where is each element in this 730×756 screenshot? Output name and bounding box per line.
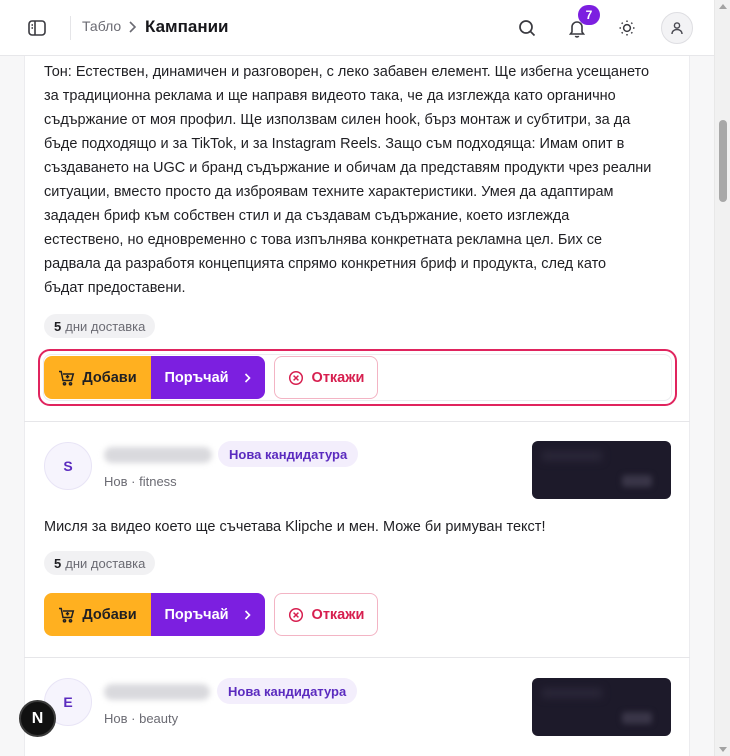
description-line: зададен бриф към собствен стил и да създ… <box>44 208 570 224</box>
candidate-status: Нов <box>104 711 128 726</box>
candidate-category: · beauty <box>131 711 179 726</box>
delivery-days: 5 <box>54 318 62 334</box>
description-line: за традиционна реклама и ще направя виде… <box>44 88 616 104</box>
theme-toggle-button[interactable] <box>611 12 643 44</box>
breadcrumb-parent[interactable]: Табло <box>82 18 121 34</box>
add-button-label: Добави <box>82 369 137 386</box>
candidate-name-blurred <box>104 447 212 463</box>
chevron-right-icon <box>244 372 251 383</box>
sun-icon <box>619 20 635 36</box>
search-button[interactable] <box>511 12 543 44</box>
avatar[interactable]: S <box>44 442 92 490</box>
candidate-name-blurred <box>104 684 210 700</box>
campaign-list: Тон: Естествен, динамичен и разговорен, … <box>0 56 714 756</box>
description-line: ситуации, вместо просто да изброявам тех… <box>44 184 614 200</box>
delivery-label: дни доставка <box>65 318 146 334</box>
add-to-cart-button[interactable]: Добави <box>44 593 151 636</box>
delivery-label: дни доставка <box>65 555 146 571</box>
description-line: радвала да разработя концепцията спрямо … <box>44 256 607 272</box>
description-line: бъдат предоставени. <box>44 280 186 296</box>
description-line: създаването на UGC и бранд съдържание и … <box>44 160 652 176</box>
user-icon <box>671 22 683 35</box>
app-window: Табло Кампании 7 Тон: Естествен, динамич… <box>0 0 730 756</box>
delivery-days: 5 <box>54 555 62 571</box>
status-badge: Нова кандидатура <box>218 441 359 467</box>
description-line: бъде подходящо и за TikTok, и за Instagr… <box>44 136 625 152</box>
add-to-cart-button[interactable]: Добави <box>44 356 151 399</box>
application-description: Тон: Естествен, динамичен и разговорен, … <box>44 60 674 300</box>
vertical-scrollbar[interactable] <box>714 0 730 756</box>
order-button-label: Поръчай <box>164 369 229 386</box>
top-header: Табло Кампании 7 <box>0 0 714 56</box>
x-circle-icon <box>288 370 303 385</box>
video-thumbnail[interactable] <box>532 678 671 736</box>
header-divider <box>70 16 71 40</box>
reject-button[interactable]: Откажи <box>274 593 378 636</box>
x-circle-icon <box>288 607 303 622</box>
status-badge: Нова кандидатура <box>217 678 358 704</box>
reject-button[interactable]: Откажи <box>274 356 378 399</box>
description-line: съдържание от моя профил. Ще използвам с… <box>44 112 631 128</box>
dev-tools-badge[interactable]: N <box>19 700 56 737</box>
delivery-badge: 5 дни доставка <box>44 314 156 338</box>
description-line: Тон: Естествен, динамичен и разговорен, … <box>44 64 650 80</box>
candidate-category: · fitness <box>131 474 177 489</box>
cart-plus-icon <box>59 607 75 623</box>
page-title: Кампании <box>145 17 229 36</box>
user-menu-button[interactable] <box>661 12 693 44</box>
search-icon <box>519 20 536 37</box>
reject-button-label: Откажи <box>311 606 365 623</box>
chevron-right-icon <box>244 609 251 620</box>
order-button[interactable]: Поръчай <box>151 356 265 399</box>
chevron-right-icon <box>126 19 138 35</box>
description-line: естествено, но едновременно с това изпъл… <box>44 232 603 248</box>
candidate-meta: Нов · beauty <box>104 711 178 726</box>
reject-button-label: Откажи <box>311 369 365 386</box>
order-button[interactable]: Поръчай <box>151 593 265 636</box>
video-thumbnail[interactable] <box>532 441 671 499</box>
delivery-badge: 5 дни доставка <box>44 551 156 575</box>
candidate-status: Нов <box>104 474 128 489</box>
candidate-meta: Нов · fitness <box>104 474 177 489</box>
notification-count-badge: 7 <box>578 5 600 25</box>
sidebar-toggle-icon[interactable] <box>26 17 48 39</box>
add-button-label: Добави <box>82 606 137 623</box>
scroll-down-arrow-icon[interactable] <box>719 747 727 752</box>
cart-plus-icon <box>59 370 75 386</box>
order-button-label: Поръчай <box>164 606 229 623</box>
scroll-up-arrow-icon[interactable] <box>719 4 727 9</box>
scrollbar-thumb[interactable] <box>719 120 727 202</box>
application-message: Мисля за видео което ще съчетава Klipche… <box>44 519 546 535</box>
